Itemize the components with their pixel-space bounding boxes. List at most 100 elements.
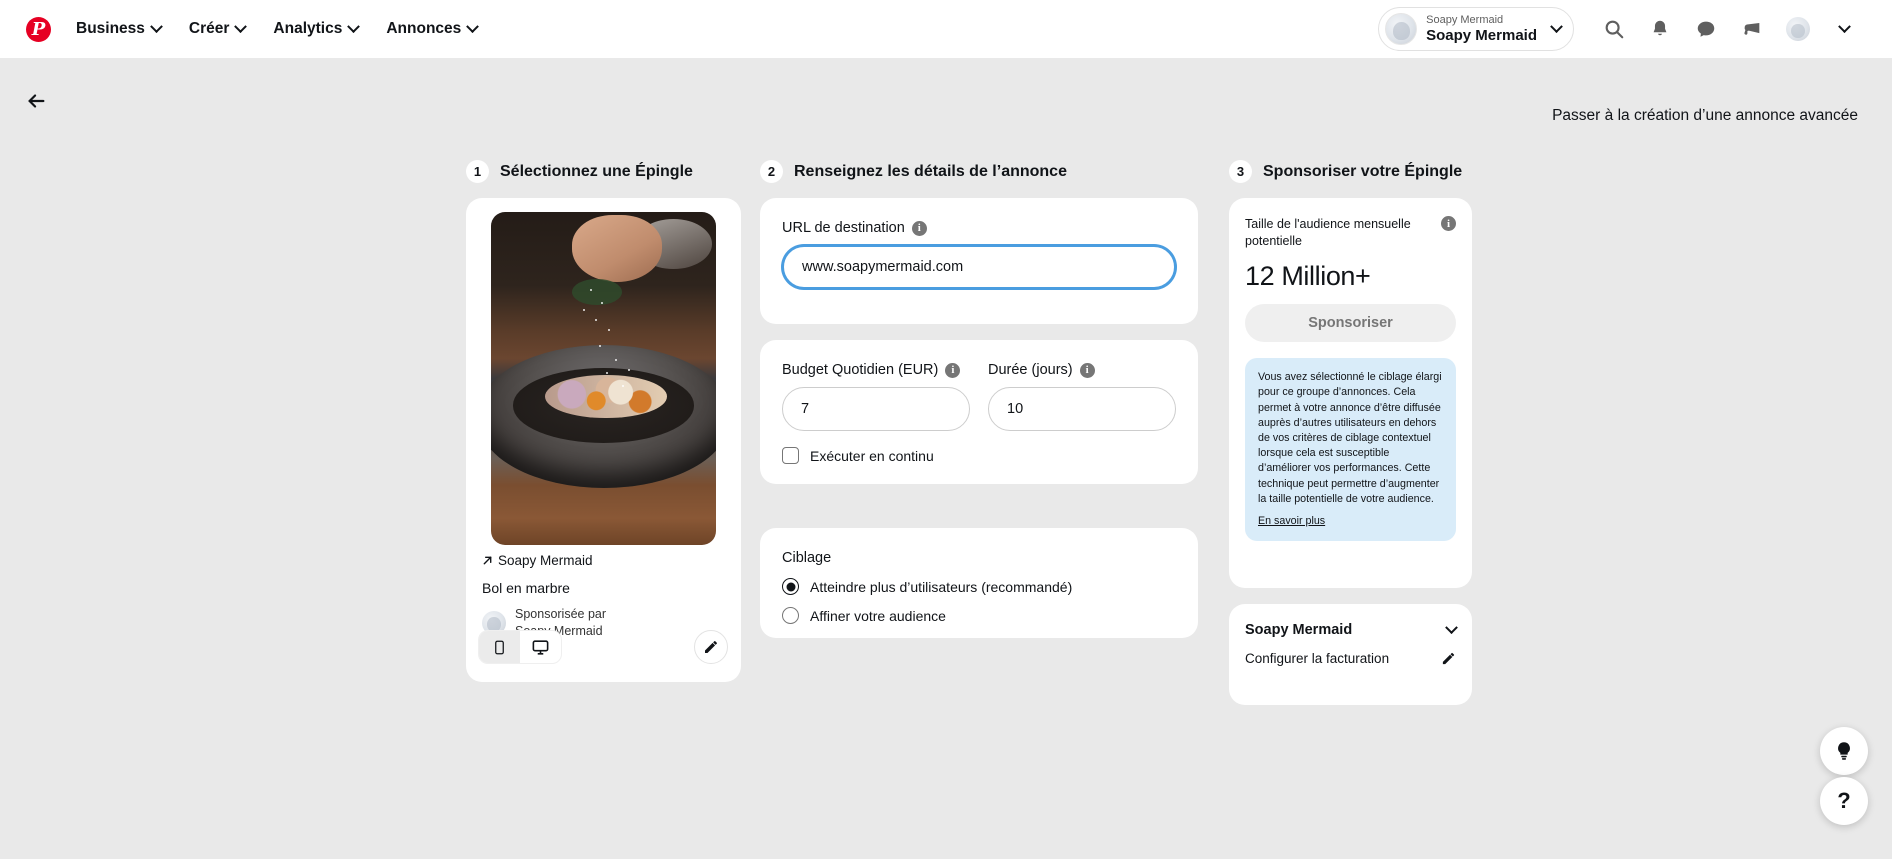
step-header-1: 1 Sélectionnez une Épingle <box>466 160 693 183</box>
profile-avatar-button[interactable] <box>1778 9 1818 49</box>
advanced-ad-creation-link[interactable]: Passer à la création d’une annonce avanc… <box>1534 96 1876 136</box>
help-button[interactable]: ? <box>1820 777 1868 825</box>
step-label-2: Renseignez les détails de l’annonce <box>794 162 1067 180</box>
step-number-3: 3 <box>1229 160 1252 183</box>
chevron-down-icon[interactable] <box>1445 620 1458 634</box>
account-switcher-subtitle: Soapy Mermaid <box>1426 14 1504 27</box>
duration-field-group: Durée (jours) i <box>988 362 1176 431</box>
nav-item-annonces-label: Annonces <box>386 20 462 37</box>
step-header-2: 2 Renseignez les détails de l’annonce <box>760 160 1067 183</box>
budget-label-row: Budget Quotidien (EUR) i <box>782 362 970 378</box>
desktop-icon <box>532 639 549 655</box>
audience-size-label: Taille de l'audience mensuelle potentiel… <box>1245 217 1411 248</box>
chevron-down-icon <box>1837 19 1851 33</box>
messages-icon[interactable] <box>1686 9 1726 49</box>
account-switcher-text: Soapy Mermaid Soapy Mermaid <box>1426 14 1537 44</box>
configure-billing-label: Configurer la facturation <box>1245 651 1390 666</box>
sponsor-button[interactable]: Sponsoriser <box>1245 304 1456 343</box>
nav-item-business[interactable]: Business <box>62 12 175 46</box>
pencil-icon[interactable] <box>1441 651 1456 666</box>
budget-duration-row: Budget Quotidien (EUR) i Durée (jours) i <box>782 362 1176 431</box>
chevron-down-icon <box>466 19 480 33</box>
configure-billing-row[interactable]: Configurer la facturation <box>1245 650 1456 667</box>
chevron-down-icon <box>234 19 248 33</box>
pin-destination-link[interactable]: Soapy Mermaid <box>482 553 725 568</box>
megaphone-icon[interactable] <box>1732 9 1772 49</box>
learn-more-link[interactable]: En savoir plus <box>1258 514 1325 529</box>
duration-label: Durée (jours) <box>988 362 1073 378</box>
destination-url-input[interactable] <box>782 245 1176 289</box>
chevron-down-icon <box>1550 19 1563 33</box>
billing-account-name: Soapy Mermaid <box>1245 622 1353 638</box>
targeting-title: Ciblage <box>782 550 832 566</box>
broad-targeting-info-text: Vous avez sélectionné le ciblage élargi … <box>1258 371 1442 505</box>
back-arrow-icon <box>28 94 45 108</box>
chevron-down-icon <box>150 19 163 33</box>
help-icon: ? <box>1837 788 1851 813</box>
herbs <box>572 278 622 306</box>
account-menu-chevron[interactable] <box>1824 9 1864 49</box>
targeting-label-refine[interactable]: Affiner votre audience <box>810 608 946 624</box>
step-number-2: 2 <box>760 160 783 183</box>
mobile-icon <box>495 640 504 654</box>
destination-url-card: URL de destination i <box>760 198 1198 324</box>
nav-item-annonces[interactable]: Annonces <box>372 12 491 46</box>
budget-input[interactable] <box>782 387 970 431</box>
device-preview-toggle <box>478 630 562 664</box>
nav-left-group: P Business Créer Analytics Annonces <box>20 12 491 46</box>
ideas-lightbulb-button[interactable] <box>1820 727 1868 775</box>
pencil-icon <box>705 641 717 653</box>
bell-icon[interactable] <box>1640 9 1680 49</box>
chevron-down-icon <box>347 19 361 33</box>
targeting-option-refine[interactable]: Affiner votre audience <box>782 607 1176 624</box>
continuous-run-checkbox[interactable] <box>782 447 799 464</box>
account-switcher-name: Soapy Mermaid <box>1426 26 1537 44</box>
mobile-preview-button[interactable] <box>479 631 520 663</box>
pin-meta: Soapy Mermaid Bol en marbre Sponsorisée … <box>476 545 731 639</box>
nav-item-analytics-label: Analytics <box>273 20 343 37</box>
account-switcher[interactable]: Soapy Mermaid Soapy Mermaid <box>1378 7 1574 51</box>
pin-preview-card: Soapy Mermaid Bol en marbre Sponsorisée … <box>466 198 741 682</box>
audience-header: Taille de l'audience mensuelle potentiel… <box>1245 216 1456 249</box>
continuous-run-label[interactable]: Exécuter en continu <box>810 448 934 464</box>
lightbulb-icon <box>1838 742 1850 760</box>
top-navigation-bar: P Business Créer Analytics Annonces Soap… <box>0 0 1892 58</box>
targeting-radio-refine[interactable] <box>782 607 799 624</box>
destination-url-label-row: URL de destination i <box>782 220 1176 236</box>
billing-account-row[interactable]: Soapy Mermaid <box>1245 620 1458 638</box>
hand-sprinkling-salt <box>572 215 662 282</box>
salad-contents <box>545 375 667 419</box>
duration-input[interactable] <box>988 387 1176 431</box>
search-icon[interactable] <box>1594 9 1634 49</box>
info-icon[interactable]: i <box>1441 216 1456 231</box>
nav-item-creer[interactable]: Créer <box>175 12 260 46</box>
pinterest-logo-icon[interactable]: P <box>26 16 51 42</box>
external-link-arrow-icon <box>483 556 492 565</box>
targeting-radio-broad[interactable] <box>782 578 799 595</box>
info-icon[interactable]: i <box>945 362 961 378</box>
targeting-card: Ciblage Atteindre plus d’utilisateurs (r… <box>760 528 1198 638</box>
pin-image[interactable] <box>491 212 716 545</box>
back-button[interactable] <box>14 79 58 123</box>
nav-item-creer-label: Créer <box>188 20 230 37</box>
targeting-label-broad[interactable]: Atteindre plus d’utilisateurs (recommand… <box>810 579 1072 595</box>
broad-targeting-info-box: Vous avez sélectionné le ciblage élargi … <box>1245 358 1456 542</box>
budget-label: Budget Quotidien (EUR) <box>782 362 939 378</box>
nav-item-analytics[interactable]: Analytics <box>259 12 372 46</box>
billing-card: Soapy Mermaid Configurer la facturation <box>1229 604 1472 705</box>
pin-preview-toolbar <box>478 630 728 664</box>
info-icon[interactable]: i <box>911 220 927 236</box>
pin-destination-label: Soapy Mermaid <box>498 553 593 568</box>
step-header-3: 3 Sponsoriser votre Épingle <box>1229 160 1462 183</box>
edit-pin-button[interactable] <box>694 630 728 664</box>
step-number-1: 1 <box>466 160 489 183</box>
desktop-preview-button[interactable] <box>520 631 561 663</box>
targeting-option-broad[interactable]: Atteindre plus d’utilisateurs (recommand… <box>782 578 1176 595</box>
audience-size-value: 12 Million+ <box>1245 261 1371 292</box>
nav-item-business-label: Business <box>76 20 145 37</box>
duration-label-row: Durée (jours) i <box>988 362 1176 378</box>
continuous-run-row: Exécuter en continu <box>782 447 1176 464</box>
pin-title: Bol en marbre <box>482 580 570 596</box>
avatar <box>1385 13 1418 45</box>
info-icon[interactable]: i <box>1079 362 1095 378</box>
